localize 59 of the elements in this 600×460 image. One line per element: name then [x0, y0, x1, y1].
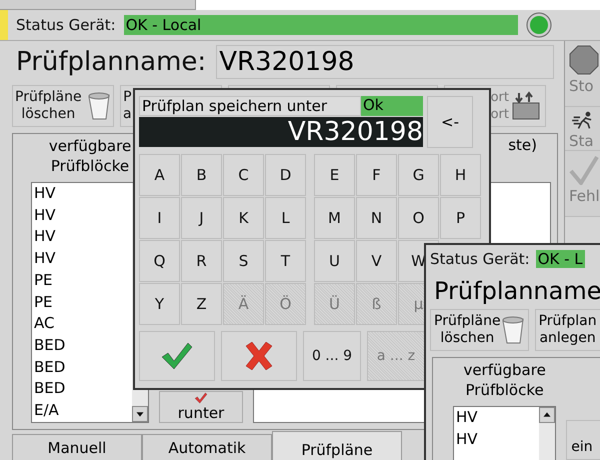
list-item[interactable]: BED [34, 356, 132, 378]
keyboard-key[interactable]: K [223, 197, 264, 239]
tab[interactable]: Prüfpläne [272, 431, 402, 460]
list-item[interactable]: E/A [34, 400, 132, 422]
dialog-title: Prüfplan speichern unter [139, 96, 361, 116]
move-down-button[interactable]: runter [159, 391, 243, 423]
keyboard-key[interactable]: M [314, 197, 355, 239]
plan-name-label: Prüfplanname: [16, 47, 206, 77]
keyboard-key[interactable]: D [265, 154, 306, 196]
list-item[interactable]: PE [34, 270, 132, 292]
keyboard-key[interactable]: J [181, 197, 222, 239]
dialog-status: Ok [361, 96, 423, 116]
keyboard-key[interactable]: R [181, 240, 222, 282]
list-item[interactable]: HV [34, 204, 132, 226]
keyboard-key[interactable]: B [181, 154, 222, 196]
keyboard-key[interactable]: Z [181, 283, 222, 325]
keyboard-key[interactable]: Y [139, 283, 180, 325]
list-item[interactable]: HV [456, 428, 540, 450]
keyboard-key[interactable]: I [139, 197, 180, 239]
group-title: verfügbare Prüfblöcke [48, 136, 132, 177]
list-item[interactable]: HV [34, 248, 132, 270]
list-heading: ste) [508, 136, 537, 156]
status-field: OK - L [536, 250, 585, 268]
keyboard-key[interactable]: U [314, 240, 355, 282]
list-item[interactable]: AC [34, 313, 132, 335]
keyboard-key[interactable]: G [398, 154, 439, 196]
name-input-field[interactable]: VR320198 [139, 117, 423, 147]
keyboard-key[interactable]: N [356, 197, 397, 239]
keyboard-key[interactable]: O [398, 197, 439, 239]
list-item[interactable]: HV [34, 226, 132, 248]
keyboard-key[interactable]: E [314, 154, 355, 196]
status-field: OK - Local [124, 15, 518, 35]
keyboard-key[interactable]: C [223, 154, 264, 196]
plan-name-field[interactable]: VR320198 [216, 45, 554, 79]
list-item[interactable]: BED [34, 378, 132, 400]
blocks-list[interactable]: HV HV [453, 406, 556, 460]
toolbar-button[interactable]: Prüfpläne löschen [430, 309, 529, 351]
tab[interactable]: Automatik [142, 434, 272, 460]
list-item[interactable]: BED [34, 334, 132, 357]
add-button[interactable]: ein [566, 420, 600, 460]
keyboard-key[interactable]: S [223, 240, 264, 282]
toolbar-button[interactable]: Prüfplan anlegen [534, 309, 600, 351]
digits-key[interactable]: 0 ... 9 [303, 331, 361, 381]
toolbar-button[interactable]: Prüfpläne löschen [12, 85, 114, 127]
keyboard-key[interactable]: Q [139, 240, 180, 282]
status-label: Status Gerät: [16, 16, 116, 34]
tab[interactable]: Manuell [12, 434, 142, 460]
keyboard-key[interactable]: H [440, 154, 481, 196]
keyboard-key[interactable]: A [139, 154, 180, 196]
keyboard-key[interactable]: T [265, 240, 306, 282]
backspace-key[interactable]: <- [427, 96, 473, 148]
keyboard-key[interactable]: L [265, 197, 306, 239]
list-item[interactable]: HV [456, 407, 540, 429]
group-title: verfügbare Prüfblöcke [462, 360, 547, 401]
keyboard-key[interactable]: P [440, 197, 481, 239]
list-item[interactable]: PE [34, 292, 132, 314]
keyboard-key[interactable]: V [356, 240, 397, 282]
list-item[interactable]: HV [34, 183, 132, 205]
keyboard-key[interactable]: F [356, 154, 397, 196]
